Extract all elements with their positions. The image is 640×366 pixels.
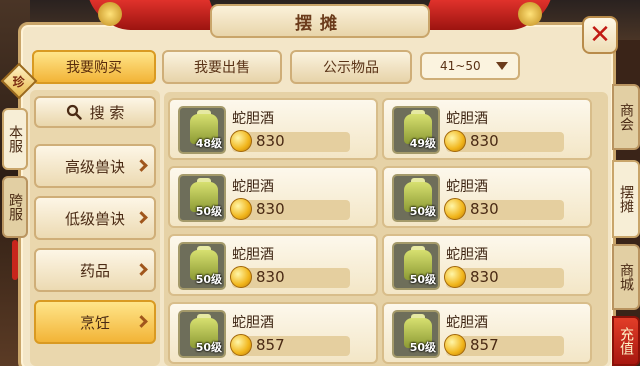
page-title: 摆摊 — [210, 4, 430, 38]
item-card[interactable]: 50级 蛇胆酒 830 — [382, 234, 592, 296]
gold-coin-icon — [444, 266, 466, 288]
tab-chamber-of-commerce[interactable]: 商会 — [612, 84, 640, 150]
snake-gall-wine-icon: 50级 — [178, 242, 226, 290]
close-x-icon: ✕ — [589, 20, 611, 50]
level-range-select[interactable]: 41~50 — [420, 52, 520, 80]
gold-knot-right-icon — [518, 2, 542, 26]
tab-public-items[interactable]: 公示物品 — [290, 50, 412, 84]
close-button[interactable]: ✕ — [582, 16, 618, 54]
item-level: 50级 — [195, 273, 222, 286]
item-name: 蛇胆酒 — [232, 179, 274, 195]
item-card[interactable]: 50级 蛇胆酒 857 — [168, 302, 378, 364]
item-price: 830 — [470, 132, 499, 150]
item-card[interactable]: 49级 蛇胆酒 830 — [382, 98, 592, 160]
item-card[interactable]: 50级 蛇胆酒 857 — [382, 302, 592, 364]
search-label: 搜 索 — [89, 103, 125, 122]
chevron-right-icon — [135, 211, 148, 224]
tab-recharge[interactable]: 充值 — [612, 316, 640, 366]
dropdown-arrow-icon — [496, 62, 508, 70]
search-button[interactable]: 搜 索 — [34, 96, 156, 128]
item-level: 49级 — [409, 137, 436, 150]
item-price: 830 — [470, 268, 499, 286]
item-level: 50级 — [195, 341, 222, 354]
tab-cross-server[interactable]: 跨服 — [2, 176, 28, 238]
category-label: 烹饪 — [79, 313, 110, 332]
snake-gall-wine-icon: 50级 — [392, 174, 440, 222]
gold-coin-icon — [230, 198, 252, 220]
item-price: 830 — [256, 200, 285, 218]
badge-label: 珍 — [12, 74, 26, 89]
search-icon — [66, 104, 82, 120]
category-label: 药品 — [79, 261, 110, 280]
item-price: 857 — [256, 336, 285, 354]
snake-gall-wine-icon: 50级 — [392, 242, 440, 290]
category-basic-beast-skill[interactable]: 低级兽诀 — [34, 196, 156, 240]
item-level: 50级 — [409, 341, 436, 354]
chevron-right-icon — [135, 315, 148, 328]
item-price: 830 — [470, 200, 499, 218]
tassel-decoration — [12, 240, 18, 280]
item-card[interactable]: 50级 蛇胆酒 830 — [382, 166, 592, 228]
snake-gall-wine-icon: 48级 — [178, 106, 226, 154]
category-advanced-beast-skill[interactable]: 高级兽诀 — [34, 144, 156, 188]
item-name: 蛇胆酒 — [232, 247, 274, 263]
item-name: 蛇胆酒 — [446, 111, 488, 127]
chevron-right-icon — [135, 159, 148, 172]
gold-coin-icon — [444, 130, 466, 152]
tab-buy[interactable]: 我要购买 — [32, 50, 156, 84]
snake-gall-wine-icon: 50级 — [392, 310, 440, 358]
tab-sell[interactable]: 我要出售 — [162, 50, 282, 84]
item-level: 48级 — [195, 137, 222, 150]
category-label: 高级兽诀 — [64, 157, 125, 176]
item-price: 830 — [256, 268, 285, 286]
item-price: 857 — [470, 336, 499, 354]
gold-knot-left-icon — [98, 2, 122, 26]
tab-local-server[interactable]: 本服 — [2, 108, 28, 170]
item-card[interactable]: 50级 蛇胆酒 830 — [168, 166, 378, 228]
snake-gall-wine-icon: 50级 — [178, 310, 226, 358]
item-name: 蛇胆酒 — [446, 247, 488, 263]
category-label: 低级兽诀 — [64, 209, 125, 228]
item-card[interactable]: 50级 蛇胆酒 830 — [168, 234, 378, 296]
item-name: 蛇胆酒 — [446, 315, 488, 331]
gold-coin-icon — [444, 334, 466, 356]
item-name: 蛇胆酒 — [232, 315, 274, 331]
level-range-value: 41~50 — [440, 59, 481, 73]
category-medicine[interactable]: 药品 — [34, 248, 156, 292]
tab-mall[interactable]: 商城 — [612, 244, 640, 310]
tab-stall[interactable]: 摆摊 — [612, 160, 640, 238]
snake-gall-wine-icon: 50级 — [178, 174, 226, 222]
item-name: 蛇胆酒 — [446, 179, 488, 195]
snake-gall-wine-icon: 49级 — [392, 106, 440, 154]
item-card[interactable]: 48级 蛇胆酒 830 — [168, 98, 378, 160]
chevron-right-icon — [135, 263, 148, 276]
gold-coin-icon — [230, 266, 252, 288]
item-level: 50级 — [409, 273, 436, 286]
item-level: 50级 — [195, 205, 222, 218]
gold-coin-icon — [230, 130, 252, 152]
gold-coin-icon — [444, 198, 466, 220]
category-cooking[interactable]: 烹饪 — [34, 300, 156, 344]
item-level: 50级 — [409, 205, 436, 218]
item-price: 830 — [256, 132, 285, 150]
gold-coin-icon — [230, 334, 252, 356]
item-name: 蛇胆酒 — [232, 111, 274, 127]
